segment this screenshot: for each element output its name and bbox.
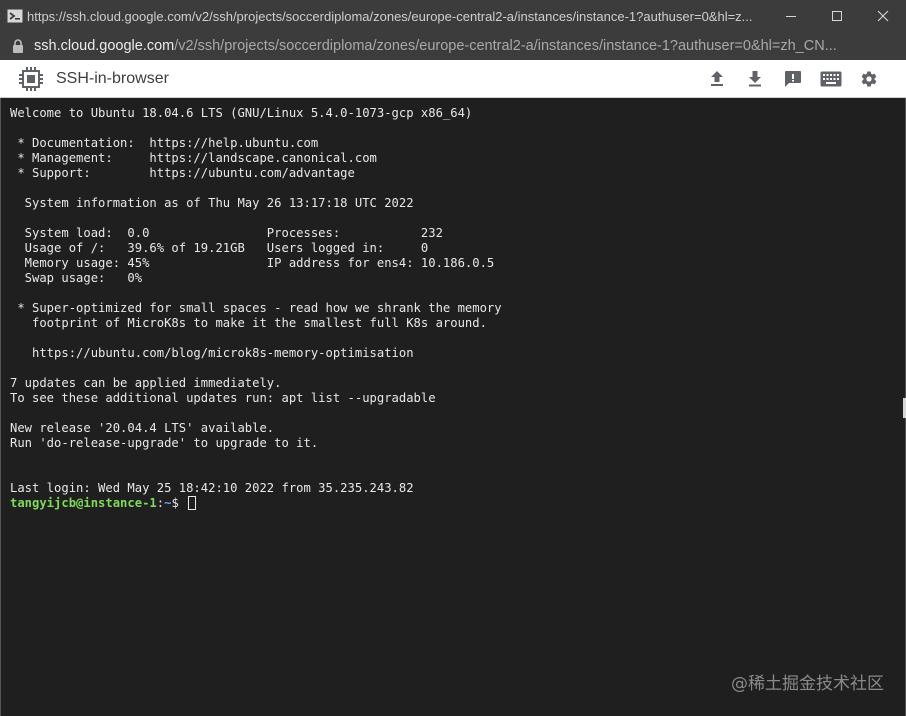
upload-icon [711, 71, 723, 86]
terminal-line: Welcome to Ubuntu 18.04.6 LTS (GNU/Linux… [10, 106, 473, 120]
watermark: @稀土掘金技术社区 [731, 674, 884, 694]
download-file-button[interactable] [736, 60, 774, 98]
address-bar[interactable]: ssh.cloud.google.com/v2/ssh/projects/soc… [0, 32, 906, 60]
lock-icon [12, 39, 26, 53]
url-host: ssh.cloud.google.com [34, 38, 175, 54]
terminal-output[interactable]: Welcome to Ubuntu 18.04.6 LTS (GNU/Linux… [0, 98, 906, 716]
terminal-line: * Support: https://ubuntu.com/advantage [10, 166, 355, 180]
terminal-line: footprint of MicroK8s to make it the sma… [10, 316, 487, 330]
terminal-line: System load: 0.0 Processes: 232 [10, 226, 443, 240]
download-icon [749, 71, 761, 87]
url-path: /v2/ssh/projects/soccerdiploma/zones/eur… [174, 38, 837, 54]
keyboard-icon [820, 71, 842, 87]
compute-engine-chip-icon [19, 66, 43, 91]
feedback-button[interactable] [774, 60, 812, 98]
terminal-line: Last login: Wed May 25 18:42:10 2022 fro… [10, 481, 414, 495]
app-title: SSH-in-browser [56, 69, 169, 87]
terminal-line: System information as of Thu May 26 13:1… [10, 196, 414, 210]
feedback-icon [785, 71, 801, 87]
terminal-line: Swap usage: 0% [10, 271, 143, 285]
terminal-line: * Documentation: https://help.ubuntu.com [10, 136, 319, 150]
prompt-user-host: tangyijcb@instance-1 [10, 496, 157, 510]
terminal-line: Run 'do-release-upgrade' to upgrade to i… [10, 436, 319, 450]
terminal-line: 7 updates can be applied immediately. [10, 376, 282, 390]
maximize-icon [832, 11, 842, 21]
settings-icon [861, 71, 877, 87]
close-button[interactable] [860, 0, 906, 32]
terminal-prompt-line[interactable]: tangyijcb@instance-1:~$ [10, 496, 905, 511]
terminal-line: To see these additional updates run: apt… [10, 391, 436, 405]
keyboard-button[interactable] [812, 60, 850, 98]
toolbar [698, 60, 888, 98]
terminal-line: https://ubuntu.com/blog/microk8s-memory-… [10, 346, 414, 360]
ssh-app-bar: SSH-in-browser [0, 60, 906, 98]
url-text[interactable]: ssh.cloud.google.com/v2/ssh/projects/soc… [34, 38, 894, 54]
terminal-app-icon [7, 8, 23, 24]
terminal-line: * Super-optimized for small spaces - rea… [10, 301, 502, 315]
terminal-line: New release '20.04.4 LTS' available. [10, 421, 275, 435]
settings-button[interactable] [850, 60, 888, 98]
terminal-cursor[interactable] [188, 496, 197, 510]
prompt-symbol: $ [171, 496, 187, 510]
window-controls [768, 0, 906, 32]
prompt-separator: : [156, 496, 165, 510]
terminal-line: Usage of /: 39.6% of 19.21GB Users logge… [10, 241, 429, 255]
upload-file-button[interactable] [698, 60, 736, 98]
minimize-icon [786, 16, 796, 17]
close-icon [877, 10, 889, 22]
window-titlebar: https://ssh.cloud.google.com/v2/ssh/proj… [0, 0, 906, 32]
terminal-line: * Management: https://landscape.canonica… [10, 151, 377, 165]
maximize-button[interactable] [814, 0, 860, 32]
terminal-line: Memory usage: 45% IP address for ens4: 1… [10, 256, 495, 270]
window-title: https://ssh.cloud.google.com/v2/ssh/proj… [27, 8, 753, 24]
minimize-button[interactable] [768, 0, 814, 32]
